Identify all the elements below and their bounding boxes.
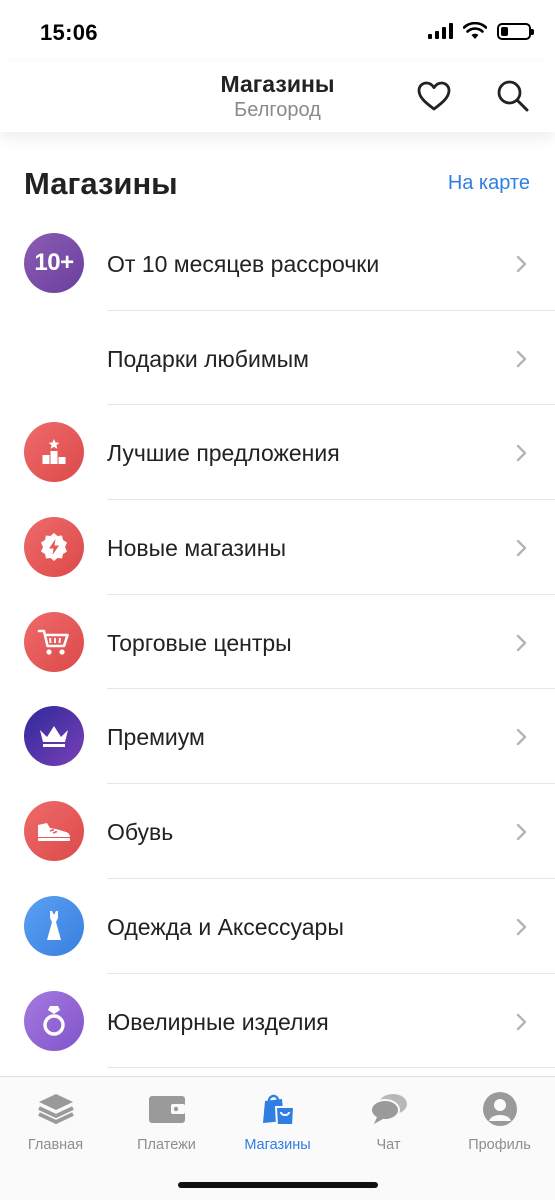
- sneaker-icon: [24, 801, 84, 862]
- category-label: Лучшие предложения: [107, 440, 340, 467]
- profile-icon: [482, 1092, 517, 1126]
- nav-titles: Магазины Белгород: [0, 70, 555, 122]
- status-bar: 15:06: [0, 0, 555, 62]
- tab-chat[interactable]: Чат: [333, 1091, 444, 1157]
- crown-icon: [24, 706, 84, 767]
- category-shoes[interactable]: Обувь: [0, 784, 555, 879]
- page-title: Магазины: [220, 71, 335, 97]
- category-installment[interactable]: 10+ От 10 месяцев рассрочки: [0, 216, 555, 311]
- category-premium[interactable]: Премиум: [0, 689, 555, 785]
- category-label: Ювелирные изделия: [107, 1008, 329, 1035]
- tab-payments[interactable]: Платежи: [111, 1091, 222, 1157]
- category-label: Премиум: [107, 724, 205, 751]
- cellular-signal-icon: [428, 23, 453, 39]
- chat-bubbles-icon: [369, 1094, 407, 1124]
- ring-icon: [24, 990, 84, 1051]
- status-time: 15:06: [40, 20, 98, 45]
- tab-stores[interactable]: Магазины: [222, 1091, 333, 1157]
- lightning-badge-icon: [24, 517, 84, 578]
- chevron-right-icon: [516, 1013, 527, 1030]
- search-button[interactable]: [491, 74, 535, 118]
- podium-star-icon: [24, 422, 84, 483]
- category-label: Новые магазины: [107, 535, 286, 562]
- chevron-right-icon: [516, 729, 527, 746]
- shopping-cart-icon: [24, 611, 84, 672]
- chevron-right-icon: [516, 823, 527, 841]
- layers-icon: [37, 1094, 74, 1124]
- category-label: От 10 месяцев рассрочки: [107, 251, 380, 277]
- tab-label: Платежи: [137, 1137, 196, 1153]
- status-icons: [428, 22, 534, 40]
- category-clothing[interactable]: Одежда и Аксессуары: [0, 879, 555, 974]
- chevron-right-icon: [516, 918, 527, 936]
- category-jewelry[interactable]: Ювелирные изделия: [0, 974, 555, 1069]
- chevron-right-icon: [516, 350, 527, 367]
- nav-header: Магазины Белгород: [0, 62, 555, 132]
- chevron-right-icon: [516, 255, 527, 273]
- category-new-stores[interactable]: Новые магазины: [0, 500, 555, 595]
- tab-bar: Главная Платежи Магазины Чат Профиль: [0, 1076, 555, 1200]
- category-gifts[interactable]: Подарки любимым: [0, 311, 555, 406]
- divider: [107, 1067, 555, 1069]
- tab-label: Главная: [27, 1137, 84, 1153]
- chevron-right-icon: [516, 634, 527, 651]
- heart-icon: [417, 81, 451, 111]
- tab-profile[interactable]: Профиль: [444, 1091, 555, 1157]
- chevron-right-icon: [516, 539, 527, 557]
- category-shopping-centers[interactable]: Торговые центры: [0, 595, 555, 690]
- on-map-link[interactable]: На карте: [448, 172, 530, 195]
- tab-home[interactable]: Главная: [0, 1091, 111, 1157]
- shopping-bags-icon: [262, 1094, 295, 1126]
- wallet-icon: [148, 1096, 185, 1123]
- tab-label: Магазины: [244, 1137, 311, 1153]
- city-subtitle[interactable]: Белгород: [0, 98, 555, 122]
- battery-icon: [497, 22, 534, 40]
- section-header: Магазины На карте: [0, 160, 555, 210]
- wifi-icon: [463, 22, 487, 39]
- category-label: Одежда и Аксессуары: [107, 913, 344, 940]
- tab-label: Профиль: [468, 1137, 531, 1153]
- tab-label: Чат: [376, 1137, 401, 1153]
- category-label: Торговые центры: [107, 629, 292, 656]
- category-label: Обувь: [107, 819, 174, 846]
- category-label: Подарки любимым: [107, 345, 309, 372]
- dress-icon: [24, 895, 84, 956]
- section-title: Магазины: [24, 166, 178, 201]
- favorites-button[interactable]: [412, 74, 456, 118]
- search-icon: [497, 80, 529, 112]
- chevron-right-icon: [516, 445, 527, 462]
- category-best-offers[interactable]: Лучшие предложения: [0, 405, 555, 501]
- home-indicator: [178, 1182, 378, 1188]
- category-list: 10+ От 10 месяцев рассрочки Подарки люби…: [0, 216, 555, 1069]
- installment-10-plus-icon: 10+: [24, 233, 84, 293]
